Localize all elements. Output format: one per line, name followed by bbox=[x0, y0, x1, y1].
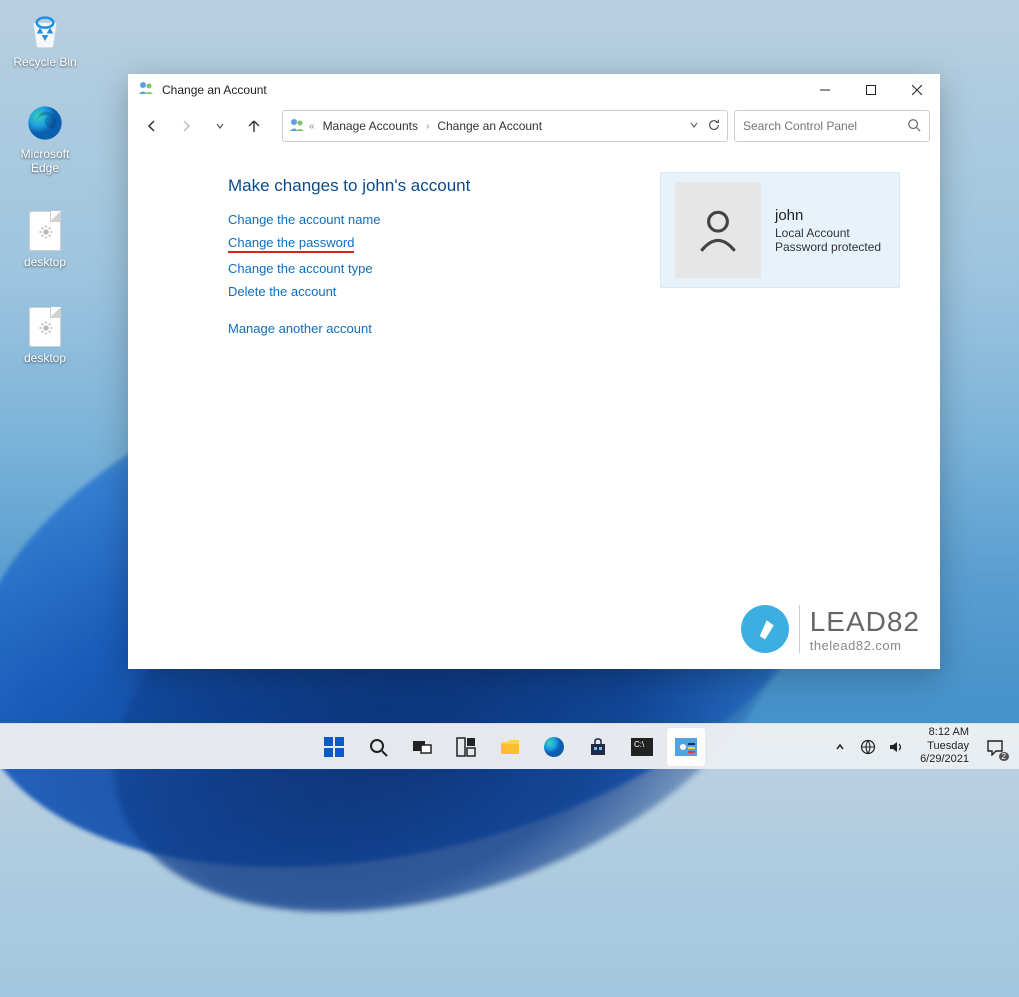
search-icon[interactable] bbox=[907, 118, 921, 135]
task-view-button[interactable] bbox=[402, 727, 442, 767]
titlebar[interactable]: Change an Account bbox=[128, 74, 940, 106]
file-icon bbox=[24, 210, 66, 252]
edge-icon bbox=[24, 102, 66, 144]
notification-badge: 2 bbox=[999, 752, 1009, 761]
address-bar[interactable]: « Manage Accounts › Change an Account bbox=[282, 110, 728, 142]
taskbar-search-button[interactable] bbox=[358, 727, 398, 767]
link-change-account-name[interactable]: Change the account name bbox=[228, 212, 381, 227]
back-button[interactable] bbox=[138, 112, 166, 140]
minimize-button[interactable] bbox=[802, 74, 848, 106]
close-button[interactable] bbox=[894, 74, 940, 106]
notifications-button[interactable]: 2 bbox=[983, 735, 1007, 759]
terminal-button[interactable]: C:\ bbox=[622, 727, 662, 767]
network-icon[interactable] bbox=[858, 737, 878, 757]
recycle-bin-icon bbox=[24, 10, 66, 52]
desktop-icon-label: desktop bbox=[22, 254, 68, 270]
volume-icon[interactable] bbox=[886, 737, 906, 757]
refresh-button[interactable] bbox=[707, 118, 721, 135]
account-protection: Password protected bbox=[775, 240, 881, 254]
control-panel-window: Change an Account « Manage Accounts › Ch… bbox=[128, 74, 940, 669]
navigation-bar: « Manage Accounts › Change an Account bbox=[128, 106, 940, 146]
avatar bbox=[675, 182, 761, 278]
watermark-brand: LEAD82 bbox=[810, 606, 920, 638]
taskbar: C:\ 8:12 AM Tuesday 6/29/2021 2 bbox=[0, 723, 1019, 769]
desktop-icon-edge[interactable]: Microsoft Edge bbox=[6, 102, 84, 177]
search-input[interactable] bbox=[743, 119, 901, 133]
svg-text:C:\: C:\ bbox=[634, 740, 645, 749]
file-icon bbox=[24, 306, 66, 348]
desktop-icon-recycle-bin[interactable]: Recycle Bin bbox=[6, 10, 84, 70]
desktop-icon-label: desktop bbox=[22, 350, 68, 366]
window-title: Change an Account bbox=[162, 83, 267, 97]
breadcrumb-change-account[interactable]: Change an Account bbox=[433, 117, 546, 135]
link-manage-another-account[interactable]: Manage another account bbox=[228, 321, 372, 336]
user-accounts-icon bbox=[138, 80, 154, 101]
account-card[interactable]: john Local Account Password protected bbox=[660, 172, 900, 288]
desktop-icon-file-1[interactable]: desktop bbox=[6, 210, 84, 270]
desktop-icon-label: Microsoft Edge bbox=[6, 146, 84, 177]
desktop-icon-label: Recycle Bin bbox=[11, 54, 78, 70]
desktop-icon-file-2[interactable]: desktop bbox=[6, 306, 84, 366]
content-area: Make changes to john's account Change th… bbox=[128, 146, 940, 669]
account-type: Local Account bbox=[775, 226, 881, 240]
control-panel-taskbar-button[interactable] bbox=[666, 727, 706, 767]
taskbar-clock[interactable]: 8:12 AM Tuesday 6/29/2021 bbox=[914, 726, 975, 767]
breadcrumb-prefix: « bbox=[309, 121, 315, 132]
breadcrumb-manage-accounts[interactable]: Manage Accounts bbox=[319, 117, 422, 135]
chevron-right-icon: › bbox=[426, 121, 429, 132]
forward-button[interactable] bbox=[172, 112, 200, 140]
watermark-url: thelead82.com bbox=[810, 638, 920, 653]
watermark: LEAD82 thelead82.com bbox=[741, 605, 920, 653]
up-button[interactable] bbox=[240, 112, 268, 140]
link-change-password[interactable]: Change the password bbox=[228, 235, 354, 253]
link-delete-account[interactable]: Delete the account bbox=[228, 284, 336, 299]
address-dropdown[interactable] bbox=[689, 119, 699, 133]
clock-day: Tuesday bbox=[920, 740, 969, 754]
user-accounts-icon bbox=[289, 117, 305, 136]
clock-date: 6/29/2021 bbox=[920, 753, 969, 767]
lead82-logo-icon bbox=[741, 605, 789, 653]
maximize-button[interactable] bbox=[848, 74, 894, 106]
clock-time: 8:12 AM bbox=[920, 726, 969, 740]
account-info: john Local Account Password protected bbox=[775, 207, 881, 254]
store-button[interactable] bbox=[578, 727, 618, 767]
system-tray: 8:12 AM Tuesday 6/29/2021 2 bbox=[830, 724, 1013, 769]
account-username: john bbox=[775, 207, 881, 224]
widgets-button[interactable] bbox=[446, 727, 486, 767]
edge-taskbar-button[interactable] bbox=[534, 727, 574, 767]
recent-dropdown[interactable] bbox=[206, 112, 234, 140]
start-button[interactable] bbox=[314, 727, 354, 767]
taskbar-center: C:\ bbox=[314, 727, 706, 767]
search-bar[interactable] bbox=[734, 110, 930, 142]
link-change-account-type[interactable]: Change the account type bbox=[228, 261, 373, 276]
tray-overflow-button[interactable] bbox=[830, 737, 850, 757]
file-explorer-button[interactable] bbox=[490, 727, 530, 767]
window-controls bbox=[802, 74, 940, 106]
